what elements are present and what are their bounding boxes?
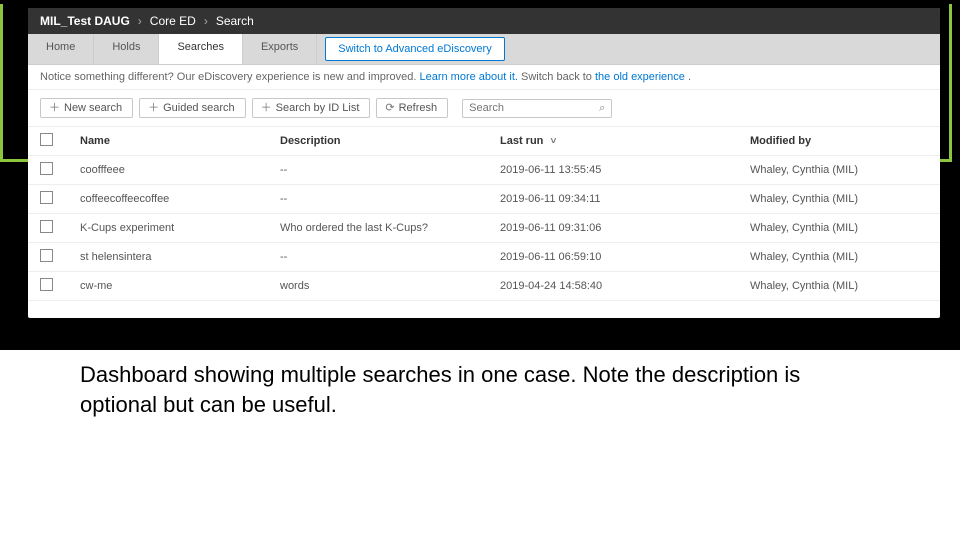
- grid-header: Name Description Last run ˅ Modified by: [28, 127, 940, 156]
- search-icon: ⌕: [599, 102, 605, 115]
- row-checkbox[interactable]: [40, 191, 53, 204]
- table-row[interactable]: K-Cups experiment Who ordered the last K…: [28, 214, 940, 243]
- old-experience-link[interactable]: the old experience: [595, 71, 685, 83]
- cell-modified-by: Whaley, Cynthia (MIL): [750, 251, 928, 263]
- search-box[interactable]: ⌕: [462, 99, 612, 118]
- row-checkbox[interactable]: [40, 249, 53, 262]
- tab-exports[interactable]: Exports: [243, 34, 317, 64]
- chevron-right-icon: ›: [138, 14, 142, 28]
- cell-last-run: 2019-04-24 14:58:40: [500, 280, 750, 292]
- button-label: Guided search: [163, 102, 235, 114]
- notice-bar: Notice something different? Our eDiscove…: [28, 65, 940, 90]
- cell-name: st helensintera: [80, 251, 280, 263]
- breadcrumb-item[interactable]: MIL_Test DAUG: [40, 14, 130, 28]
- new-search-button[interactable]: ＋ New search: [40, 98, 133, 118]
- notice-text: Switch back to: [521, 71, 595, 83]
- col-last-run[interactable]: Last run ˅: [500, 135, 750, 147]
- plus-icon: ＋: [261, 103, 272, 114]
- search-by-id-button[interactable]: ＋ Search by ID List: [252, 98, 371, 118]
- cell-last-run: 2019-06-11 06:59:10: [500, 251, 750, 263]
- tab-searches[interactable]: Searches: [159, 34, 242, 64]
- cell-name: K-Cups experiment: [80, 222, 280, 234]
- table-row[interactable]: coofffeee -- 2019-06-11 13:55:45 Whaley,…: [28, 156, 940, 185]
- breadcrumb-item[interactable]: Core ED: [150, 14, 196, 28]
- switch-advanced-link[interactable]: Switch to Advanced eDiscovery: [325, 37, 504, 61]
- plus-icon: ＋: [148, 103, 159, 114]
- cell-modified-by: Whaley, Cynthia (MIL): [750, 193, 928, 205]
- search-input[interactable]: [469, 102, 599, 114]
- cell-last-run: 2019-06-11 13:55:45: [500, 164, 750, 176]
- cell-modified-by: Whaley, Cynthia (MIL): [750, 164, 928, 176]
- col-label: Last run: [500, 135, 543, 147]
- cell-name: cw-me: [80, 280, 280, 292]
- select-all-checkbox[interactable]: [40, 133, 53, 146]
- table-row[interactable]: cw-me words 2019-04-24 14:58:40 Whaley, …: [28, 272, 940, 301]
- cell-modified-by: Whaley, Cynthia (MIL): [750, 280, 928, 292]
- col-modified-by[interactable]: Modified by: [750, 135, 928, 147]
- slide-caption: Dashboard showing multiple searches in o…: [80, 360, 840, 419]
- cell-description: --: [280, 164, 500, 176]
- button-label: Search by ID List: [276, 102, 360, 114]
- tabs: Home Holds Searches Exports Switch to Ad…: [28, 34, 940, 65]
- cell-modified-by: Whaley, Cynthia (MIL): [750, 222, 928, 234]
- button-label: New search: [64, 102, 122, 114]
- chevron-down-icon: ˅: [550, 136, 556, 147]
- row-checkbox[interactable]: [40, 162, 53, 175]
- breadcrumb: MIL_Test DAUG › Core ED › Search: [28, 8, 940, 34]
- cell-description: --: [280, 251, 500, 263]
- notice-text: .: [688, 71, 691, 83]
- cell-description: --: [280, 193, 500, 205]
- button-label: Refresh: [399, 102, 438, 114]
- notice-text: Notice something different? Our eDiscove…: [40, 71, 419, 83]
- plus-icon: ＋: [49, 103, 60, 114]
- cell-last-run: 2019-06-11 09:34:11: [500, 193, 750, 205]
- refresh-button[interactable]: ⟳ Refresh: [376, 98, 448, 118]
- cell-description: words: [280, 280, 500, 292]
- col-description[interactable]: Description: [280, 135, 500, 147]
- tab-home[interactable]: Home: [28, 34, 94, 64]
- dashboard-card: MIL_Test DAUG › Core ED › Search Home Ho…: [28, 8, 940, 318]
- row-checkbox[interactable]: [40, 220, 53, 233]
- chevron-right-icon: ›: [204, 14, 208, 28]
- table-row[interactable]: st helensintera -- 2019-06-11 06:59:10 W…: [28, 243, 940, 272]
- col-name[interactable]: Name: [80, 135, 280, 147]
- table-row[interactable]: coffeecoffeecoffee -- 2019-06-11 09:34:1…: [28, 185, 940, 214]
- breadcrumb-item[interactable]: Search: [216, 14, 254, 28]
- guided-search-button[interactable]: ＋ Guided search: [139, 98, 246, 118]
- refresh-icon: ⟳: [385, 103, 394, 114]
- cell-description: Who ordered the last K-Cups?: [280, 222, 500, 234]
- cell-name: coffeecoffeecoffee: [80, 193, 280, 205]
- toolbar: ＋ New search ＋ Guided search ＋ Search by…: [28, 90, 940, 127]
- row-checkbox[interactable]: [40, 278, 53, 291]
- tab-holds[interactable]: Holds: [94, 34, 159, 64]
- results-grid: Name Description Last run ˅ Modified by …: [28, 127, 940, 301]
- cell-last-run: 2019-06-11 09:31:06: [500, 222, 750, 234]
- learn-more-link[interactable]: Learn more about it.: [419, 71, 517, 83]
- cell-name: coofffeee: [80, 164, 280, 176]
